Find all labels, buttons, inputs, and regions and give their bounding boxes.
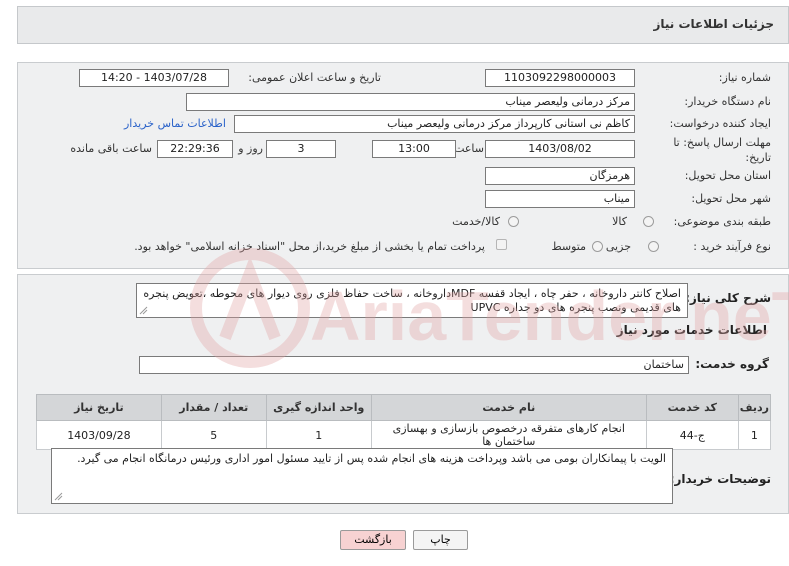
back-button[interactable]: بازگشت — [340, 530, 406, 550]
treasury-payment-note: پرداخت تمام یا بخشی از مبلغ خرید،از محل … — [134, 240, 485, 253]
column-header-need-date: تاریخ نیاز — [36, 394, 162, 421]
column-header-quantity: تعداد / مقدار — [160, 394, 267, 421]
city-label: شهر محل تحویل: — [691, 192, 771, 205]
days-label: روز و — [238, 142, 263, 155]
process-medium-radio[interactable] — [592, 241, 603, 252]
province-field: هرمزگان — [485, 167, 635, 185]
cell-row-number: 1 — [737, 420, 772, 450]
service-group-label: گروه خدمت: — [695, 357, 769, 371]
announce-datetime-label: تاریخ و ساعت اعلان عمومی: — [248, 71, 381, 84]
table-header-row: ردیف کد خدمت نام خدمت واحد اندازه گیری ت… — [36, 394, 772, 421]
cell-service-name: انجام کارهای متفرقه درخصوص بازسازی و بهس… — [370, 420, 647, 450]
category-goods-service-label: کالا/خدمت — [452, 215, 500, 228]
service-group-field: ساختمان — [139, 356, 689, 374]
services-table: ردیف کد خدمت نام خدمت واحد اندازه گیری ت… — [36, 394, 772, 450]
treasury-payment-checkbox[interactable] — [496, 239, 507, 250]
process-small-radio[interactable] — [648, 241, 659, 252]
cell-quantity: 5 — [160, 420, 267, 450]
print-button[interactable]: چاپ — [413, 530, 468, 550]
page-header: جزئیات اطلاعات نیاز — [17, 6, 789, 44]
category-goods-service-radio[interactable] — [508, 216, 519, 227]
column-header-service-name: نام خدمت — [370, 394, 647, 421]
buyer-notes-label: توضیحات خریدار: — [669, 472, 771, 486]
category-goods-radio[interactable] — [643, 216, 654, 227]
remaining-time-field: 22:29:36 — [157, 140, 233, 158]
province-label: استان محل تحویل: — [684, 169, 771, 182]
cell-service-code: ج-44 — [645, 420, 739, 450]
process-small-label: جزیی — [605, 240, 631, 253]
need-number-field: 1103092298000003 — [485, 69, 635, 87]
buyer-org-label: نام دستگاه خریدار: — [684, 95, 771, 108]
summary-label: شرح کلی نیاز: — [685, 291, 771, 305]
buyer-notes-textbox: الویت با پیمانکاران بومی می باشد وپرداخت… — [51, 448, 673, 504]
need-number-label: شماره نیاز: — [718, 71, 771, 84]
process-type-label: نوع فرآیند خرید : — [693, 240, 771, 253]
buyer-org-field: مرکز درمانی ولیعصر میناب — [186, 93, 635, 111]
summary-textbox: اصلاح کانتر داروخانه ، حفر چاه ، ایجاد ق… — [136, 283, 688, 318]
process-medium-label: متوسط — [551, 240, 586, 253]
resize-grip-icon[interactable] — [54, 492, 63, 501]
deadline-label-line2: تاریخ: — [745, 151, 771, 164]
category-label: طبقه بندی موضوعی: — [673, 215, 771, 228]
column-header-row-number: ردیف — [737, 394, 772, 421]
resize-grip-icon[interactable] — [139, 306, 148, 315]
services-section-title: اطلاعات خدمات مورد نیاز — [616, 323, 767, 337]
announce-datetime-field: 1403/07/28 - 14:20 — [79, 69, 229, 87]
city-field: میناب — [485, 190, 635, 208]
cell-unit: 1 — [265, 420, 372, 450]
column-header-unit: واحد اندازه گیری — [265, 394, 372, 421]
deadline-time-label: ساعت — [454, 142, 484, 155]
table-row: 1 ج-44 انجام کارهای متفرقه درخصوص بازساز… — [36, 420, 772, 450]
buyer-contact-link[interactable]: اطلاعات تماس خریدار — [124, 117, 226, 130]
cell-need-date: 1403/09/28 — [36, 420, 162, 450]
category-goods-label: کالا — [612, 215, 627, 228]
remaining-time-label: ساعت باقی مانده — [70, 142, 152, 155]
requester-field: کاظم نی استانی کارپرداز مرکز درمانی ولیع… — [234, 115, 635, 133]
remaining-days-field: 3 — [266, 140, 336, 158]
requester-label: ایجاد کننده درخواست: — [669, 117, 771, 130]
deadline-label-line1: مهلت ارسال پاسخ: تا — [673, 136, 771, 149]
page-title: جزئیات اطلاعات نیاز — [653, 17, 774, 31]
deadline-time-field: 13:00 — [372, 140, 456, 158]
deadline-date-field: 1403/08/02 — [485, 140, 635, 158]
column-header-service-code: کد خدمت — [645, 394, 739, 421]
